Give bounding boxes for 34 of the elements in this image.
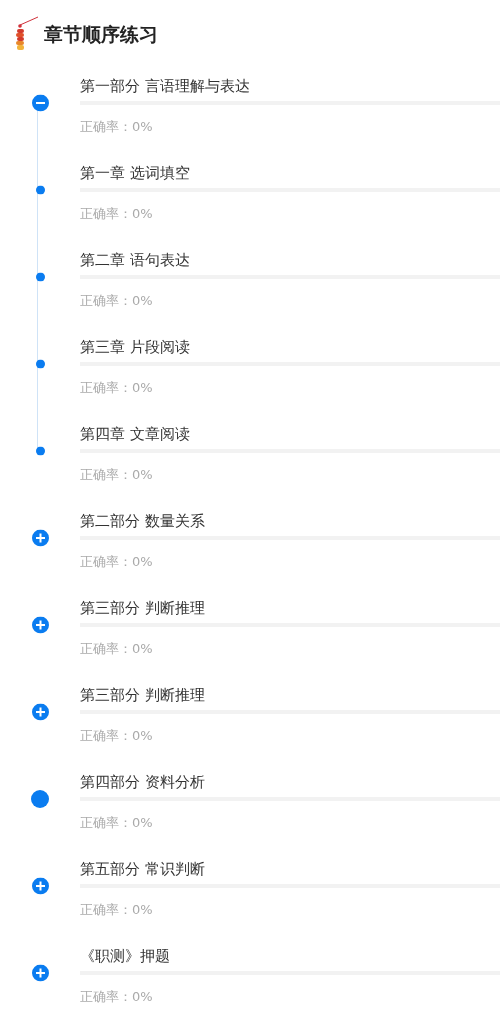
expand-icon[interactable] <box>31 703 49 721</box>
dot-icon <box>35 446 45 456</box>
expand-icon[interactable] <box>31 616 49 634</box>
accuracy-text: 正确率：0% <box>80 640 154 658</box>
chapter-title[interactable]: 第一部分 言语理解与表达 <box>80 76 500 96</box>
chapter-title[interactable]: 第四部分 资料分析 <box>80 772 500 792</box>
accuracy-text: 正确率：0% <box>80 727 154 745</box>
accuracy-text: 正确率：0% <box>80 988 154 1006</box>
accuracy-text: 正确率：0% <box>80 118 154 136</box>
accuracy-text: 正确率：0% <box>80 379 154 397</box>
dot-icon <box>35 272 45 282</box>
accuracy-text: 正确率：0% <box>80 814 154 832</box>
chapter-title[interactable]: 第一章 选词填空 <box>80 163 500 183</box>
expand-icon[interactable] <box>31 877 49 895</box>
accuracy-text: 正确率：0% <box>80 901 154 919</box>
chapter-title[interactable]: 《职测》押题 <box>80 946 500 966</box>
chapter-title[interactable]: 第二部分 数量关系 <box>80 511 500 531</box>
collapse-icon[interactable] <box>31 94 49 112</box>
dot-icon <box>35 185 45 195</box>
chapter-title[interactable]: 第五部分 常识判断 <box>80 859 500 879</box>
dot-icon <box>35 359 45 369</box>
accuracy-text: 正确率：0% <box>80 292 154 310</box>
chapter-title[interactable]: 第二章 语句表达 <box>80 250 500 270</box>
accuracy-text: 正确率：0% <box>80 466 154 484</box>
chapter-title[interactable]: 第三章 片段阅读 <box>80 337 500 357</box>
accuracy-text: 正确率：0% <box>80 205 154 223</box>
dot-icon <box>31 790 49 808</box>
chapter-title[interactable]: 第四章 文章阅读 <box>80 424 500 444</box>
page-title: 章节顺序练习 <box>44 22 158 47</box>
expand-icon[interactable] <box>31 529 49 547</box>
chapter-title[interactable]: 第三部分 判断推理 <box>80 598 500 618</box>
chapter-title[interactable]: 第三部分 判断推理 <box>80 685 500 705</box>
accuracy-text: 正确率：0% <box>80 553 154 571</box>
expand-icon[interactable] <box>31 964 49 982</box>
